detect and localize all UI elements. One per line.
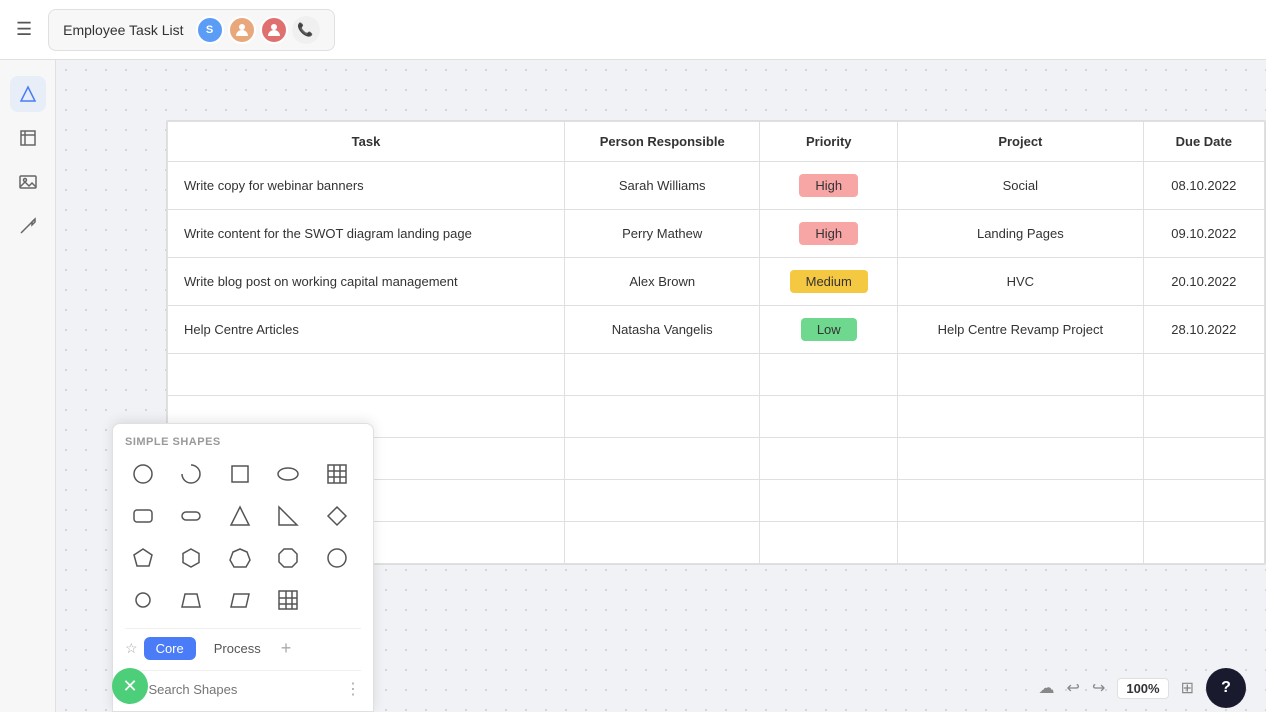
priority-cell: Medium — [760, 258, 898, 306]
shapes-tool-button[interactable] — [10, 76, 46, 112]
due-date-cell: 20.10.2022 — [1143, 258, 1264, 306]
shape-right-triangle[interactable] — [270, 498, 306, 534]
shape-arc[interactable] — [173, 456, 209, 492]
task-cell: Write copy for webinar banners — [168, 162, 565, 210]
due-date-cell: 28.10.2022 — [1143, 306, 1264, 354]
col-due-date: Due Date — [1143, 122, 1264, 162]
shape-circle-sm[interactable] — [125, 582, 161, 618]
shapes-search-bar: 🔍 ⋮ — [125, 670, 361, 699]
table-row: Help Centre Articles Natasha Vangelis Lo… — [168, 306, 1265, 354]
priority-badge: Medium — [790, 270, 868, 293]
search-shapes-input[interactable] — [148, 682, 339, 697]
table-row: Write copy for webinar banners Sarah Wil… — [168, 162, 1265, 210]
tab-core[interactable]: Core — [144, 637, 196, 660]
due-date-cell: 09.10.2022 — [1143, 210, 1264, 258]
col-task: Task — [168, 122, 565, 162]
shape-rounded-rect[interactable] — [125, 498, 161, 534]
priority-cell: High — [760, 210, 898, 258]
menu-icon[interactable]: ☰ — [16, 19, 32, 40]
more-options-icon[interactable]: ⋮ — [345, 679, 361, 699]
help-button[interactable]: ? — [1206, 668, 1246, 708]
shape-ellipse[interactable] — [270, 456, 306, 492]
table-row — [168, 354, 1265, 396]
shape-pill[interactable] — [173, 498, 209, 534]
shapes-section-title: SIMPLE SHAPES — [125, 436, 361, 448]
shape-diamond[interactable] — [319, 498, 355, 534]
close-shapes-fab[interactable]: ✕ — [112, 668, 148, 704]
priority-badge: High — [799, 222, 858, 245]
shape-octagon[interactable] — [270, 540, 306, 576]
project-cell: Social — [898, 162, 1144, 210]
shape-grid[interactable] — [270, 582, 306, 618]
shapes-panel: SIMPLE SHAPES — [112, 423, 374, 712]
priority-badge: High — [799, 174, 858, 197]
image-tool-button[interactable] — [10, 164, 46, 200]
shape-circle-lg[interactable] — [319, 540, 355, 576]
project-cell: HVC — [898, 258, 1144, 306]
cloud-icon[interactable]: ☁ — [1039, 678, 1055, 698]
person-cell: Perry Mathew — [564, 210, 759, 258]
task-cell: Write content for the SWOT diagram landi… — [168, 210, 565, 258]
task-cell: Write blog post on working capital manag… — [168, 258, 565, 306]
shape-heptagon[interactable] — [222, 540, 258, 576]
due-date-cell: 08.10.2022 — [1143, 162, 1264, 210]
draw-tool-button[interactable] — [10, 208, 46, 244]
canvas-area[interactable]: Task Person Responsible Priority Project… — [56, 60, 1266, 712]
shape-pentagon[interactable] — [125, 540, 161, 576]
person-cell: Alex Brown — [564, 258, 759, 306]
table-row: Write content for the SWOT diagram landi… — [168, 210, 1265, 258]
priority-badge: Low — [801, 318, 857, 341]
add-tab-icon[interactable]: + — [281, 638, 292, 659]
topbar: ☰ Employee Task List S 📞 — [0, 0, 1266, 60]
avatar-s: S — [196, 16, 224, 44]
sidebar-icons — [0, 60, 56, 712]
col-project: Project — [898, 122, 1144, 162]
shapes-tabs: ☆ Core Process + — [125, 628, 361, 660]
avatars-group: S 📞 — [196, 16, 320, 44]
tab-process[interactable]: Process — [202, 637, 273, 660]
undo-icon[interactable]: ↩ — [1067, 678, 1080, 698]
document-title: Employee Task List — [63, 22, 183, 38]
shape-hexagon[interactable] — [173, 540, 209, 576]
main-area: Task Person Responsible Priority Project… — [0, 60, 1266, 712]
project-cell: Help Centre Revamp Project — [898, 306, 1144, 354]
priority-cell: High — [760, 162, 898, 210]
shape-triangle[interactable] — [222, 498, 258, 534]
shape-table[interactable] — [319, 456, 355, 492]
favorite-icon[interactable]: ☆ — [125, 640, 138, 657]
task-cell: Help Centre Articles — [168, 306, 565, 354]
person-cell: Sarah Williams — [564, 162, 759, 210]
shapes-grid — [125, 456, 361, 618]
close-icon: ✕ — [122, 676, 137, 697]
priority-cell: Low — [760, 306, 898, 354]
shape-trapezoid[interactable] — [173, 582, 209, 618]
col-priority: Priority — [760, 122, 898, 162]
project-cell: Landing Pages — [898, 210, 1144, 258]
avatar-b — [260, 16, 288, 44]
grid-view-icon[interactable]: ⊞ — [1181, 678, 1194, 698]
person-cell: Natasha Vangelis — [564, 306, 759, 354]
phone-icon[interactable]: 📞 — [292, 16, 320, 44]
shape-square[interactable] — [222, 456, 258, 492]
title-box: Employee Task List S 📞 — [48, 9, 334, 51]
frame-tool-button[interactable] — [10, 120, 46, 156]
redo-icon[interactable]: ↪ — [1092, 678, 1105, 698]
avatar-a — [228, 16, 256, 44]
shape-circle[interactable] — [125, 456, 161, 492]
shape-parallelogram[interactable] — [222, 582, 258, 618]
zoom-level: 100% — [1117, 678, 1168, 699]
col-person: Person Responsible — [564, 122, 759, 162]
table-row: Write blog post on working capital manag… — [168, 258, 1265, 306]
